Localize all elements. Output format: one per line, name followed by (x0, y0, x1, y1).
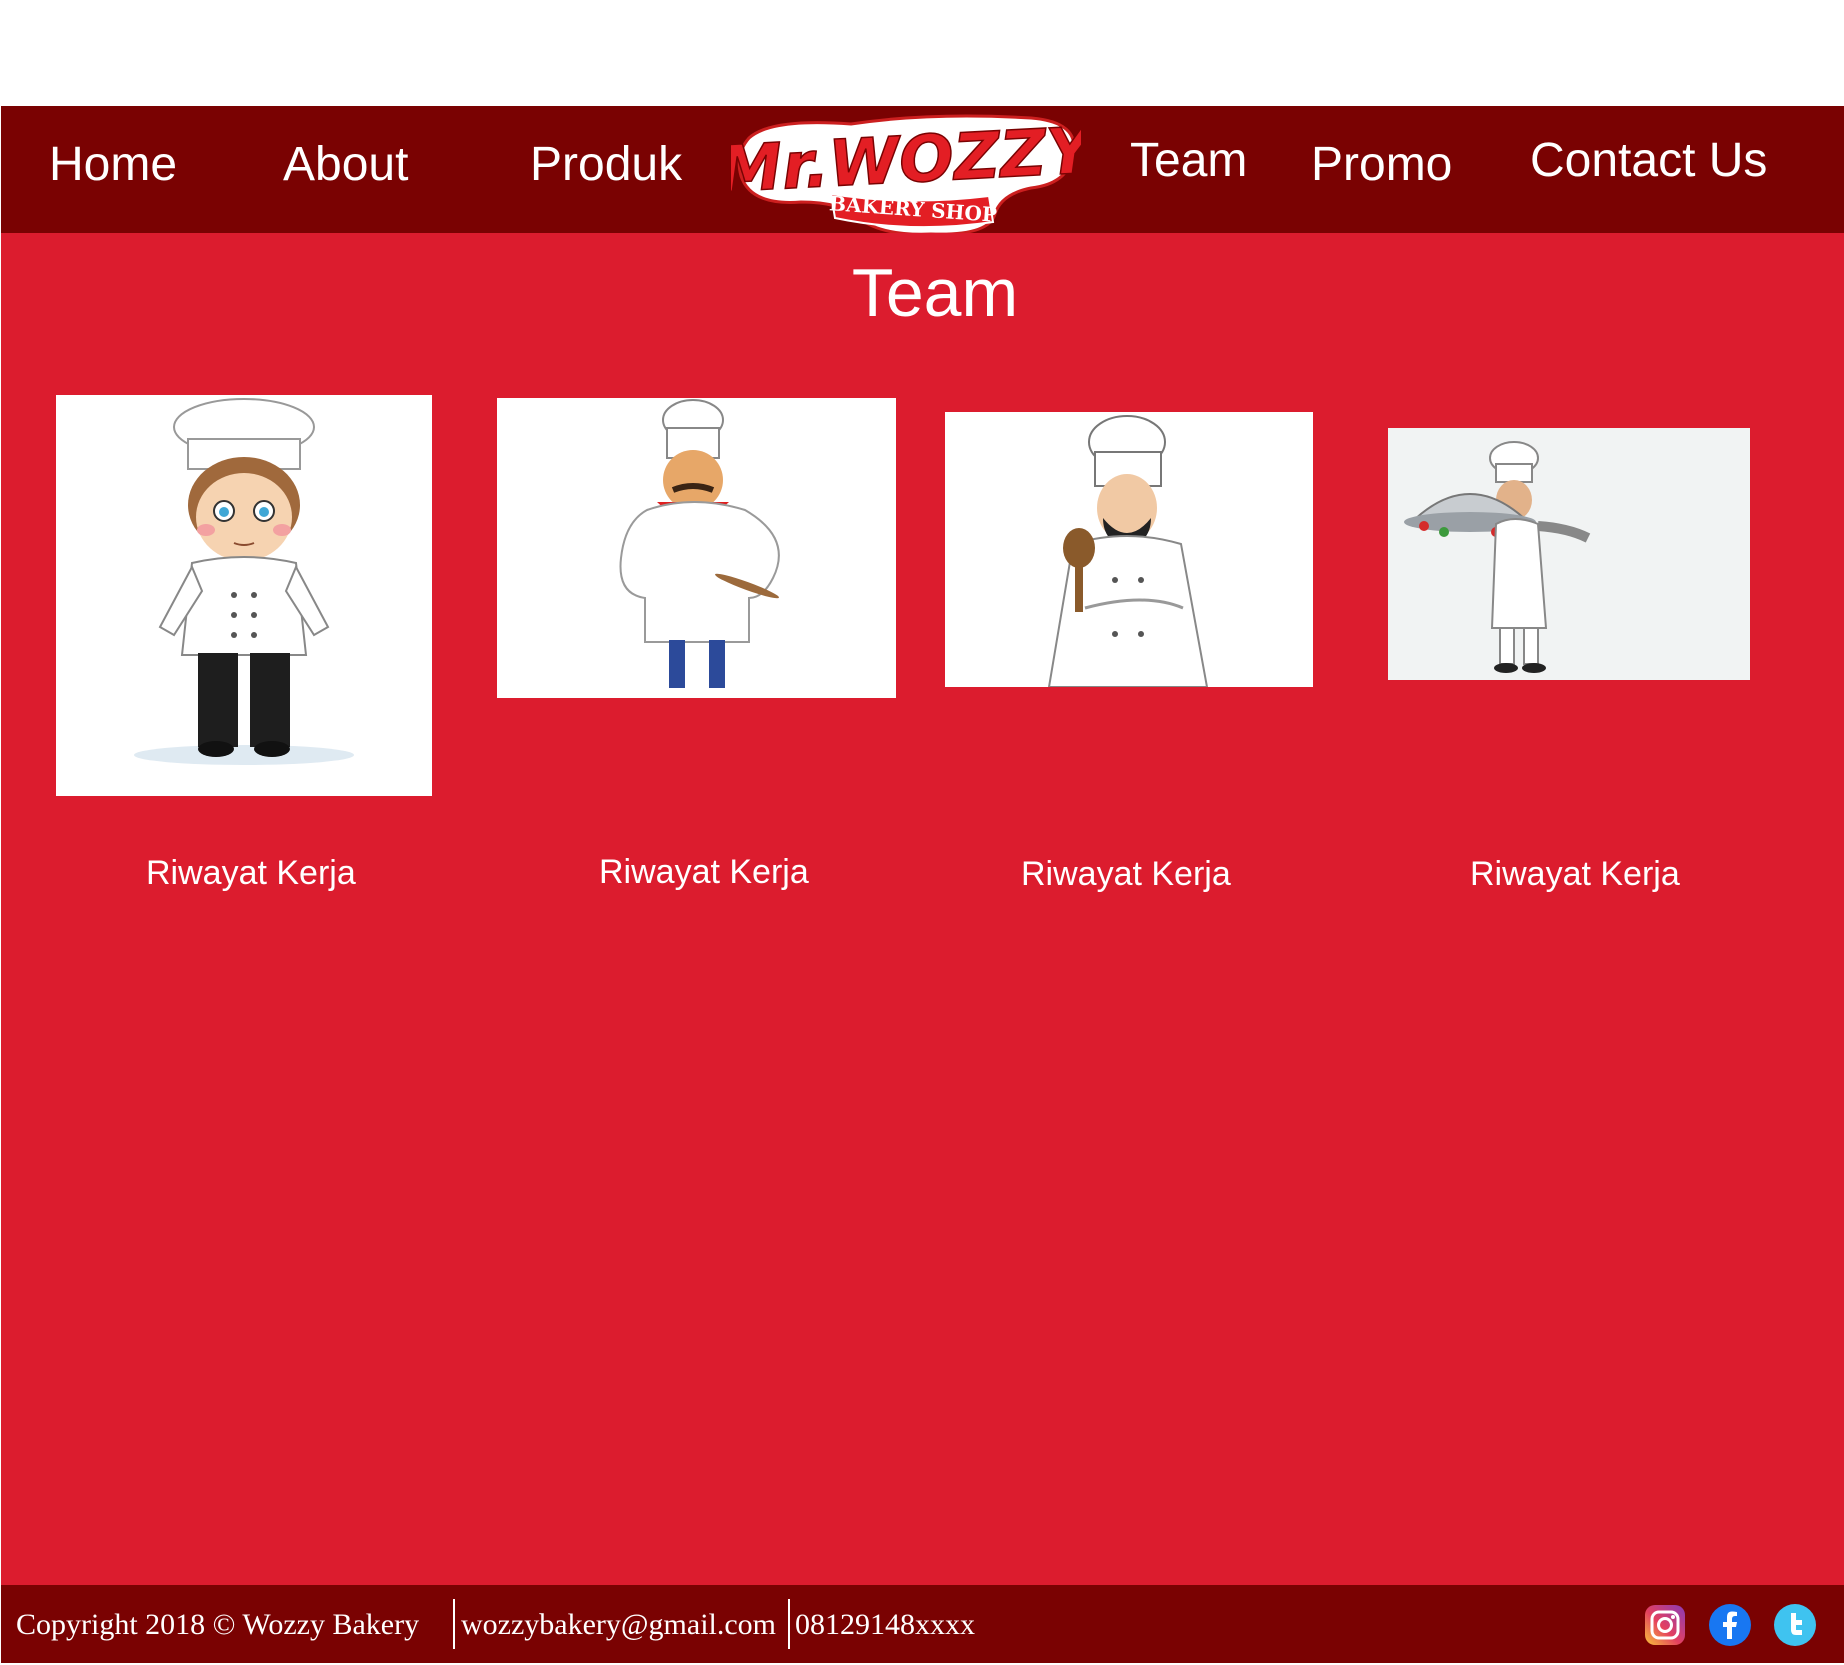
team-section: Team Riwayat Kerja Riwayat Kerja Riwayat… (1, 233, 1844, 1585)
facebook-icon[interactable] (1708, 1603, 1752, 1647)
chef-spoon-illustration (1047, 415, 1209, 687)
team-member-1-image (56, 395, 432, 796)
footer-divider (453, 1599, 455, 1649)
chef-mustache-illustration (619, 399, 780, 688)
chef-platter-illustration (1404, 441, 1591, 673)
footer-email[interactable]: wozzybakery@gmail.com (461, 1607, 776, 1643)
team-member-2-image (497, 398, 896, 698)
team-member-1-riwayat-kerja-link[interactable]: Riwayat Kerja (146, 853, 356, 894)
nav-team-link[interactable]: Team (1130, 132, 1247, 190)
team-member-3-image (945, 412, 1313, 687)
nav-home-link[interactable]: Home (49, 136, 177, 194)
footer: Copyright 2018 © Wozzy Bakery wozzybaker… (1, 1585, 1844, 1663)
nav-contact-us-link[interactable]: Contact Us (1530, 132, 1767, 190)
nav-promo-link[interactable]: Promo (1311, 136, 1452, 194)
chef-boy-illustration (134, 398, 354, 765)
footer-phone: 08129148xxxx (795, 1608, 975, 1641)
page-title: Team (851, 255, 1019, 331)
nav-about-link[interactable]: About (283, 136, 408, 194)
team-member-2-riwayat-kerja-link[interactable]: Riwayat Kerja (599, 852, 809, 893)
brand-logo[interactable]: Mr.WOZZY BAKERY SHOP (716, 110, 1101, 240)
team-member-3-riwayat-kerja-link[interactable]: Riwayat Kerja (1021, 854, 1231, 895)
top-navigation: Home About Produk Mr.WOZZY BAKERY SHOP T… (1, 106, 1844, 236)
team-member-4-image (1388, 428, 1750, 680)
twitter-icon[interactable] (1773, 1603, 1817, 1647)
footer-divider (788, 1599, 790, 1649)
team-member-4-riwayat-kerja-link[interactable]: Riwayat Kerja (1470, 854, 1680, 895)
nav-produk-link[interactable]: Produk (530, 136, 682, 194)
instagram-icon[interactable] (1643, 1603, 1687, 1647)
footer-copyright: Copyright 2018 © Wozzy Bakery (16, 1608, 420, 1641)
